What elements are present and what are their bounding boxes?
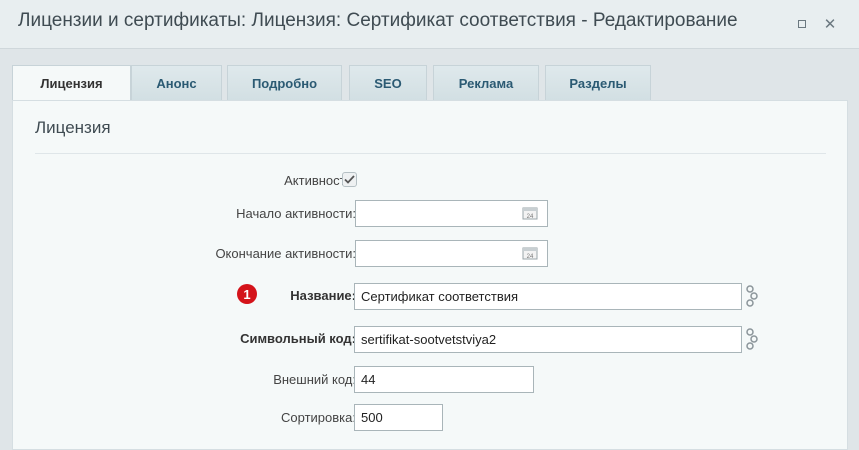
- name-label: Название:: [290, 288, 356, 303]
- sort-input[interactable]: 500: [354, 404, 443, 431]
- link-translit-icon[interactable]: [745, 284, 759, 308]
- window-titlebar: Лицензии и сертификаты: Лицензия: Сертиф…: [0, 0, 859, 49]
- active-from-label: Начало активности:: [236, 206, 356, 221]
- active-checkbox[interactable]: [342, 172, 357, 187]
- code-label: Символьный код:: [240, 331, 356, 346]
- tab-details[interactable]: Подробно: [227, 65, 342, 100]
- required-badge: 1: [237, 284, 257, 304]
- active-to-label: Окончание активности:: [215, 246, 356, 261]
- name-input[interactable]: Сертификат соответствия: [354, 283, 742, 310]
- section-divider: [35, 153, 826, 154]
- tab-license[interactable]: Лицензия: [12, 65, 131, 101]
- external-code-input[interactable]: 44: [354, 366, 534, 393]
- section-title: Лицензия: [35, 118, 111, 137]
- minimize-icon[interactable]: [795, 17, 809, 31]
- calendar-icon[interactable]: 24: [522, 206, 538, 220]
- code-input[interactable]: sertifikat-sootvetstviya2: [354, 326, 742, 353]
- close-icon[interactable]: ✕: [823, 16, 837, 33]
- tab-advertising[interactable]: Реклама: [433, 65, 539, 100]
- window-title: Лицензии и сертификаты: Лицензия: Сертиф…: [18, 10, 738, 31]
- tab-sections[interactable]: Разделы: [545, 65, 651, 100]
- sort-label: Сортировка:: [281, 410, 356, 425]
- external-code-label: Внешний код:: [273, 372, 356, 387]
- svg-text:24: 24: [527, 214, 534, 220]
- edit-panel: Лицензия: [12, 100, 848, 450]
- tab-preview[interactable]: Анонс: [131, 65, 222, 100]
- active-to-input[interactable]: [355, 240, 548, 267]
- svg-text:24: 24: [527, 254, 534, 260]
- active-from-input[interactable]: [355, 200, 548, 227]
- checkmark-icon: [344, 175, 355, 184]
- tab-seo[interactable]: SEO: [349, 65, 427, 100]
- link-translit-icon[interactable]: [745, 327, 759, 351]
- calendar-icon[interactable]: 24: [522, 246, 538, 260]
